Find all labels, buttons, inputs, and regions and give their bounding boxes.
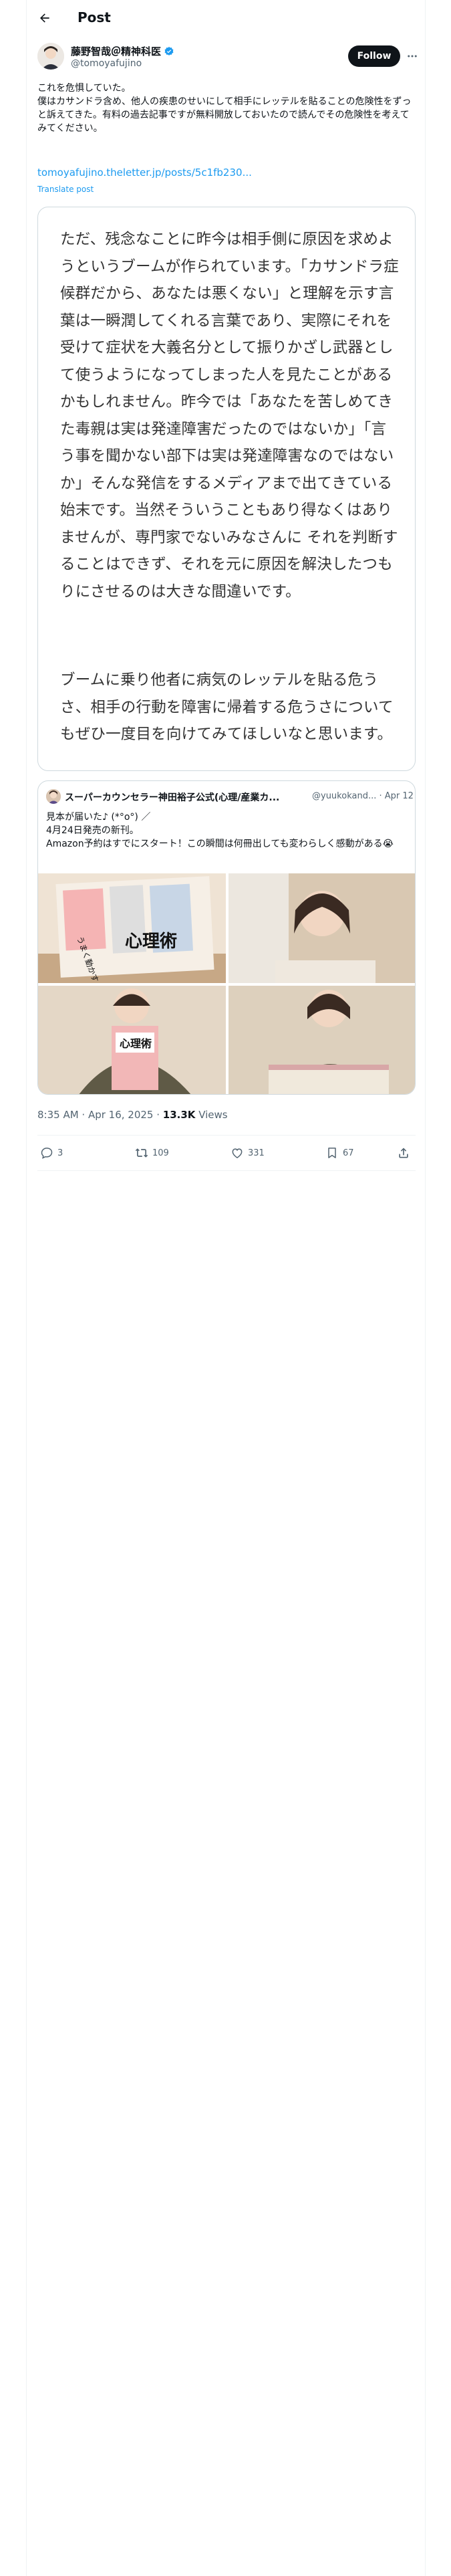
quoted-image[interactable]: 心理術 xyxy=(38,986,226,1094)
quoted-author-handle: @yuukokand... · Apr 12 xyxy=(312,791,414,801)
image-text-paragraph: ブームに乗り他者に病気のレッテルを貼る危うさ、相手の行動を障害に帰着する危うさに… xyxy=(60,671,394,743)
share-icon xyxy=(399,1148,408,1158)
quoted-avatar xyxy=(46,789,61,804)
share-button[interactable] xyxy=(397,1136,410,1170)
arrow-left-icon xyxy=(40,13,49,23)
book-title-text: 心理術 xyxy=(125,932,177,952)
reply-icon xyxy=(41,1148,53,1159)
post-time[interactable]: 8:35 AM · Apr 16, 2025 · xyxy=(37,1109,163,1121)
post-image[interactable]: ただ、残念なことに昨今は相手側に原因を求めようというブームが作られています。「カ… xyxy=(37,207,416,771)
book-title-text: 心理術 xyxy=(120,1037,152,1050)
like-button[interactable]: 331 xyxy=(231,1136,265,1170)
bookmark-count: 67 xyxy=(343,1148,354,1158)
post-text-line: 僕はカサンドラ含め、他人の疾患のせいにして相手にレッテルを貼ることの危険性をずっ… xyxy=(37,96,412,134)
quoted-image[interactable] xyxy=(229,986,415,1094)
verified-badge-icon xyxy=(164,46,174,56)
views-label: Views xyxy=(195,1109,228,1121)
post-text-line: これを危惧していた。 xyxy=(37,83,131,94)
action-bar: 3 109 331 67 xyxy=(37,1136,416,1170)
avatar-image xyxy=(37,43,64,70)
quoted-text-line: Amazon予約はすでにスタート！この瞬間は何冊出しても変わらしく感動がある😭 xyxy=(46,839,394,849)
quoted-media-grid: 心理術 うまく動かす 心理術 xyxy=(38,873,415,1094)
more-options-icon[interactable] xyxy=(403,47,422,66)
author-name-text: 藤野智哉＠精神科医 xyxy=(71,45,162,58)
repost-count: 109 xyxy=(152,1148,169,1158)
reply-button[interactable]: 3 xyxy=(40,1136,63,1170)
post-link[interactable]: tomoyafujino.theletter.jp/posts/5c1fb230… xyxy=(37,167,252,179)
avatar[interactable] xyxy=(37,43,64,70)
back-button[interactable] xyxy=(35,8,55,28)
image-text-paragraph: ただ、残念なことに昨今は相手側に原因を求めようというブームが作られています。「カ… xyxy=(60,231,399,601)
quoted-author-name: スーパーカウンセラー神田裕子公式(心理/産業カ... xyxy=(65,792,280,803)
timeline-column: Post 藤野智哉＠精神科医 @tomoyafujino Follow これを危… xyxy=(26,0,426,2576)
repost-button[interactable]: 109 xyxy=(135,1136,169,1170)
bookmark-icon xyxy=(328,1148,336,1158)
repost-icon xyxy=(135,1148,148,1158)
reply-count: 3 xyxy=(57,1148,63,1158)
top-bar: Post xyxy=(27,0,426,35)
heart-icon xyxy=(232,1148,243,1158)
quoted-text-line: 見本が届いた♪ (*°o°) ／ xyxy=(46,812,151,823)
post-text: これを危惧していた。 僕はカサンドラ含め、他人の疾患のせいにして相手にレッテルを… xyxy=(37,82,416,135)
author-name[interactable]: 藤野智哉＠精神科医 xyxy=(71,44,174,58)
page-title: Post xyxy=(78,9,111,25)
bookmark-button[interactable]: 67 xyxy=(325,1136,354,1170)
quoted-text-line: 4月24日発売の新刊。 xyxy=(46,825,139,836)
quoted-image[interactable]: 心理術 うまく動かす xyxy=(38,873,226,983)
follow-button[interactable]: Follow xyxy=(348,45,400,67)
quoted-post[interactable]: スーパーカウンセラー神田裕子公式(心理/産業カ... @yuukokand...… xyxy=(37,780,416,1095)
author-handle[interactable]: @tomoyafujino xyxy=(71,58,142,69)
quoted-image[interactable] xyxy=(229,873,415,983)
views-count: 13.3K xyxy=(162,1109,196,1121)
divider xyxy=(37,1170,416,1171)
quoted-text: 見本が届いた♪ (*°o°) ／ 4月24日発売の新刊。 Amazon予約はすで… xyxy=(46,811,407,851)
translate-post-link[interactable]: Translate post xyxy=(37,185,94,194)
post-timestamp: 8:35 AM · Apr 16, 2025 · 13.3K Views xyxy=(37,1109,228,1121)
like-count: 331 xyxy=(248,1148,265,1158)
